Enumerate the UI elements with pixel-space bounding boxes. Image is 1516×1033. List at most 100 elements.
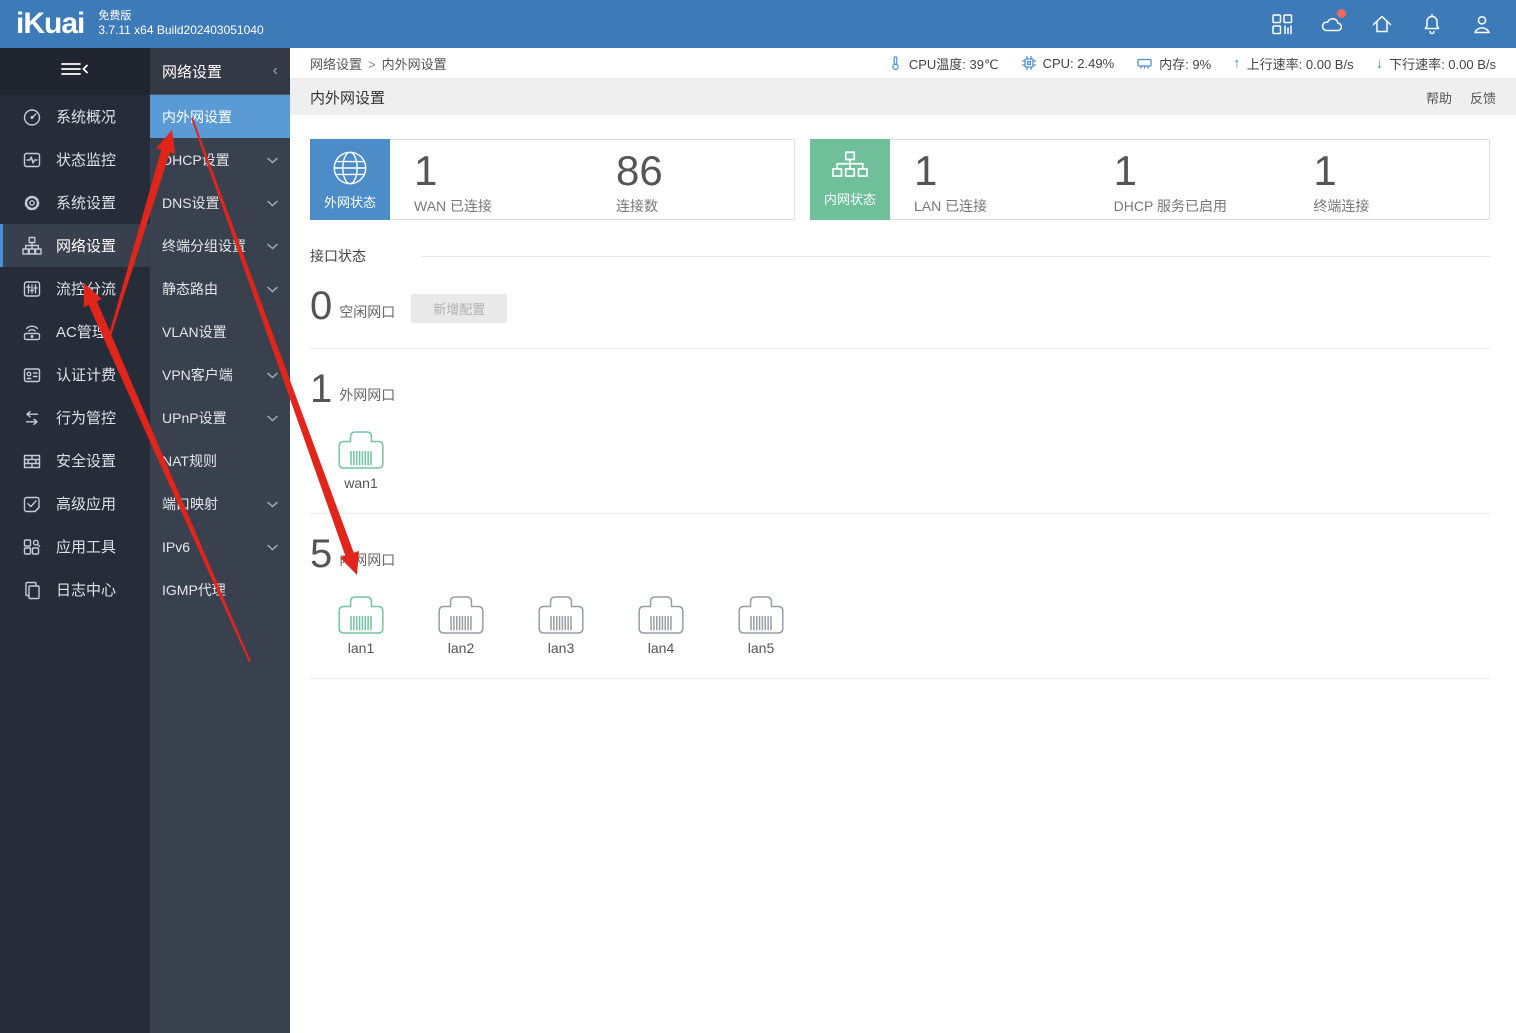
submenu-item-static-routes[interactable]: 静态路由: [150, 267, 290, 310]
idle-ports-group: 0 空闲网口 新增配置: [310, 286, 1490, 326]
sidebar-item-status-monitor[interactable]: 状态监控: [0, 138, 150, 181]
submenu-item-label: IPv6: [162, 538, 191, 555]
submenu-item-ipv6[interactable]: IPv6: [150, 525, 290, 568]
bell-icon[interactable]: [1420, 12, 1444, 36]
submenu-item-label: NAT规则: [162, 452, 217, 469]
cloud-icon[interactable]: [1320, 9, 1346, 36]
card-tab-label: 外网状态: [323, 195, 376, 210]
submenu-item-dns-settings[interactable]: DNS设置: [150, 181, 290, 224]
top-header: iKuai 免费版 3.7.11 x64 Build202403051040: [0, 0, 1516, 48]
submenu-item-nat-rules[interactable]: NAT规则: [150, 439, 290, 482]
ethernet-port-icon: [638, 596, 684, 634]
ethernet-port-icon: [538, 596, 584, 634]
wan-port-label: 外网网口: [339, 387, 396, 403]
submenu-item-igmp-proxy[interactable]: IGMP代理: [150, 568, 290, 611]
sidebar-item-network-settings[interactable]: 网络设置: [0, 224, 150, 267]
port-lan1[interactable]: lan1: [338, 596, 384, 656]
metric-label: 连接数: [616, 198, 658, 215]
port-name: wan1: [344, 475, 378, 491]
chevron-down-icon: [267, 151, 278, 169]
submenu-item-upnp-settings[interactable]: UPnP设置: [150, 396, 290, 439]
sidebar-item-label: 安全设置: [56, 453, 117, 470]
port-wan1[interactable]: wan1: [338, 431, 384, 491]
add-config-button[interactable]: 新增配置: [411, 294, 508, 323]
wan-ports-group: 1 外网网口: [310, 369, 1490, 409]
metric-value: 1: [414, 147, 438, 194]
chevron-down-icon: [267, 237, 278, 255]
port-lan5[interactable]: lan5: [738, 596, 784, 656]
port-name: lan2: [447, 640, 475, 656]
sidebar-item-system-settings[interactable]: 系统设置: [0, 181, 150, 224]
sidebar-item-label: 系统设置: [56, 195, 117, 212]
up-arrow-icon: ↑: [1233, 54, 1241, 72]
sidebar-item-behavior-control[interactable]: 行为管控: [0, 396, 150, 439]
submenu-item-label: VPN客户端: [162, 366, 233, 383]
wifi-icon: [22, 322, 42, 342]
submenu-item-vpn-client[interactable]: VPN客户端: [150, 353, 290, 396]
lan-card-body: 1 LAN 已连接 1 DHCP 服务已启用 1 终端连接: [890, 139, 1490, 220]
section-rule: [422, 255, 1490, 257]
sidebar-item-advanced-apps[interactable]: 高级应用: [0, 482, 150, 525]
id-card-icon: [22, 365, 42, 385]
sidebar-item-label: 日志中心: [56, 582, 117, 599]
lan-ports-row: lan1 lan2 lan3 lan4 lan5: [338, 596, 1490, 656]
dhcp-enabled-metric: 1 DHCP 服务已启用: [1090, 148, 1290, 216]
globe-icon: [333, 151, 367, 185]
notification-badge: [1337, 9, 1346, 18]
cpu-usage-stat: CPU: 2.49%: [1021, 55, 1114, 71]
port-lan3[interactable]: lan3: [538, 596, 584, 656]
sidebar-item-log-center[interactable]: 日志中心: [0, 568, 150, 611]
divider: [310, 678, 1490, 679]
chevron-down-icon: [267, 194, 278, 212]
sidebar-item-label: 应用工具: [56, 539, 117, 556]
sidebar-item-security-settings[interactable]: 安全设置: [0, 439, 150, 482]
submenu-item-dhcp-settings[interactable]: DHCP设置: [150, 138, 290, 181]
idle-port-count: 0: [310, 284, 333, 328]
edition-label: 免费版: [98, 9, 132, 22]
sidebar-item-app-tools[interactable]: 应用工具: [0, 525, 150, 568]
submenu-item-port-mapping[interactable]: 端口映射: [150, 482, 290, 525]
chevron-left-icon[interactable]: ‹: [273, 62, 278, 80]
apps-grid-icon[interactable]: [1270, 12, 1294, 36]
port-lan4[interactable]: lan4: [638, 596, 684, 656]
user-icon[interactable]: [1470, 12, 1494, 36]
lan-status-tab[interactable]: 内网状态: [810, 139, 890, 220]
submenu-item-vlan-settings[interactable]: VLAN设置: [150, 310, 290, 353]
submenu-item-wan-lan-settings[interactable]: 内外网设置: [150, 95, 290, 138]
status-cards: 外网状态 1 WAN 已连接 86 连接数 内网状态 1 LAN 已连接 1 D…: [310, 139, 1490, 220]
monitor-icon: [22, 150, 42, 170]
ethernet-port-icon: [338, 431, 384, 469]
chevron-down-icon: [267, 495, 278, 513]
breadcrumb-bar: 网络设置 > 内外网设置 CPU温度: 39℃ CPU: 2.49% 内存: 9% …: [290, 48, 1516, 79]
breadcrumb-section[interactable]: 网络设置: [310, 57, 362, 72]
sidebar-item-flow-control[interactable]: 流控分流: [0, 267, 150, 310]
sidebar-item-label: AC管理: [56, 324, 107, 341]
thermometer-icon: [892, 56, 899, 70]
home-icon[interactable]: [1370, 12, 1394, 36]
down-arrow-icon: ↓: [1375, 54, 1384, 72]
gauge-icon: [22, 107, 42, 127]
memory-icon: [1137, 58, 1152, 69]
interface-status-section: 接口状态: [310, 246, 1490, 266]
wan-connected-metric: 1 WAN 已连接: [390, 147, 592, 216]
page-title: 内外网设置: [310, 89, 386, 107]
submenu-item-terminal-grouping[interactable]: 终端分组设置: [150, 224, 290, 267]
help-link[interactable]: 帮助: [1426, 88, 1452, 107]
port-lan2[interactable]: lan2: [438, 596, 484, 656]
sidebar-item-label: 高级应用: [56, 496, 117, 513]
sidebar-item-ac-management[interactable]: AC管理: [0, 310, 150, 353]
chevron-down-icon: [267, 538, 278, 556]
sidebar-collapse-button[interactable]: [0, 48, 150, 95]
metric-value: 1: [914, 147, 938, 194]
wan-status-tab[interactable]: 外网状态: [310, 139, 390, 220]
metric-label: 终端连接: [1313, 198, 1370, 215]
ethernet-port-icon: [738, 596, 784, 634]
sidebar-item-label: 网络设置: [56, 238, 117, 255]
feedback-link[interactable]: 反馈: [1470, 88, 1496, 107]
sidebar-item-label: 行为管控: [56, 410, 117, 427]
sidebar-item-system-overview[interactable]: 系统概况: [0, 95, 150, 138]
breadcrumb: 网络设置 > 内外网设置: [310, 54, 447, 73]
sidebar-item-auth-billing[interactable]: 认证计费: [0, 353, 150, 396]
ethernet-port-icon: [438, 596, 484, 634]
metric-label: DHCP 服务已启用: [1113, 198, 1227, 215]
